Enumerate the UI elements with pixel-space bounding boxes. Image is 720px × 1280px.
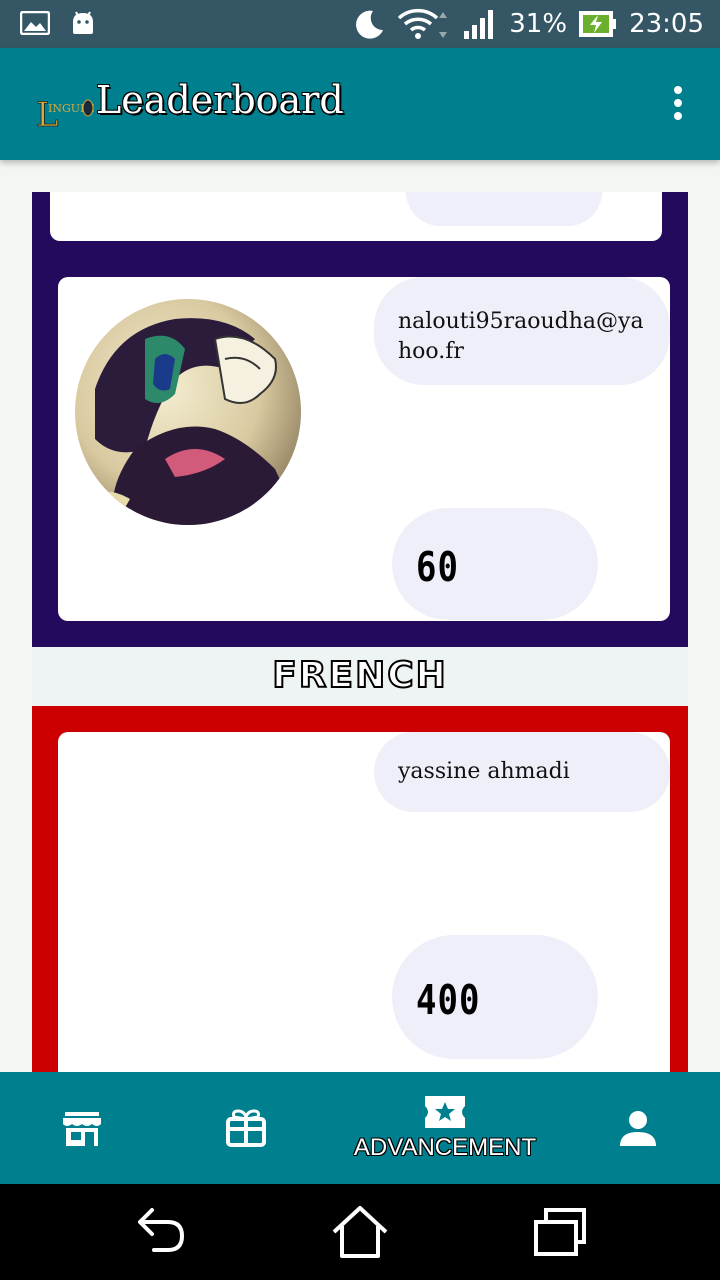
image-icon	[20, 11, 50, 35]
language-label: FRENCH	[271, 654, 448, 697]
nav-item-store[interactable]	[42, 1072, 122, 1184]
avatar	[75, 299, 301, 525]
player-score: 400	[416, 977, 481, 1025]
store-icon	[63, 1112, 101, 1146]
leaderboard-list[interactable]: nalouti95raoudha@yahoo.fr 60 FRENCH yass…	[0, 160, 720, 1072]
player-score: 60	[416, 544, 459, 592]
nav-item-profile[interactable]	[598, 1072, 678, 1184]
app-logo: L INGUED	[36, 95, 94, 132]
nav-label-advancement: ADVANCEMENT	[353, 1134, 537, 1161]
clock: 23:05	[629, 9, 704, 39]
back-icon[interactable]	[130, 1202, 190, 1262]
signal-icon	[464, 10, 494, 39]
leaderboard-entry[interactable]: yassine ahmadi 400	[58, 732, 670, 1072]
language-header: FRENCH	[32, 647, 688, 706]
wifi-icon	[398, 8, 448, 39]
overflow-menu-icon[interactable]	[674, 86, 684, 122]
player-name: yassine ahmadi	[374, 732, 670, 812]
gift-icon	[226, 1109, 266, 1147]
recent-apps-icon[interactable]	[530, 1202, 590, 1262]
page-title: Leaderboard	[96, 78, 344, 122]
nav-item-gifts[interactable]	[206, 1072, 286, 1184]
bottom-navigation: ADVANCEMENT	[0, 1072, 720, 1184]
status-bar: 31% 23:05	[0, 0, 720, 48]
app-toolbar: L INGUED Leaderboard	[0, 48, 720, 160]
home-icon[interactable]	[330, 1202, 390, 1262]
player-name: nalouti95raoudha@yahoo.fr	[374, 277, 670, 385]
score-pill: 60	[392, 508, 598, 620]
list-item	[50, 192, 662, 241]
system-navigation-bar	[0, 1184, 720, 1280]
person-icon	[620, 1111, 656, 1146]
nav-item-advancement[interactable]: ADVANCEMENT	[330, 1072, 560, 1184]
score-pill: 400	[392, 935, 598, 1059]
ticket-star-icon	[425, 1096, 465, 1128]
battery-percent: 31%	[509, 9, 568, 39]
battery-charging-icon	[579, 11, 617, 37]
android-icon	[73, 11, 93, 34]
moon-icon	[356, 10, 384, 39]
leaderboard-section: nalouti95raoudha@yahoo.fr 60	[32, 192, 688, 647]
score-pill	[406, 192, 602, 226]
leaderboard-entry[interactable]: nalouti95raoudha@yahoo.fr 60	[58, 277, 670, 621]
leaderboard-section: yassine ahmadi 400	[32, 706, 688, 1072]
